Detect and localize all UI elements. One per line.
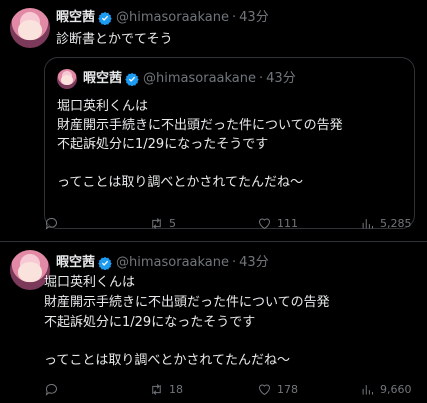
views-button[interactable]: 5,285 <box>360 213 412 233</box>
tweet-2[interactable]: 暇空茜 @himasoraakane · 43分 堀口英利くんは 財産開示手続き… <box>0 242 427 403</box>
views-chart-icon <box>362 218 373 228</box>
display-name[interactable]: 暇空茜 <box>56 255 95 271</box>
display-name[interactable]: 暇空茜 <box>56 10 95 26</box>
heart-icon <box>258 218 271 229</box>
tweet-line-1: 堀口英利くんは <box>44 275 136 290</box>
action-bar: 5 111 5,285 <box>44 213 414 233</box>
views-count: 9,660 <box>380 382 412 396</box>
quote-tweet-card[interactable]: 暇空茜 @himasoraakane · 43分 堀口英利くんは 財産開示手続き… <box>44 57 415 229</box>
separator-dot: · <box>232 10 237 25</box>
like-count: 178 <box>277 382 298 396</box>
retweet-button[interactable]: 18 <box>149 379 183 399</box>
quote-display-name: 暇空茜 <box>83 71 123 86</box>
reply-button[interactable] <box>44 379 64 399</box>
handle[interactable]: @himasoraakane <box>116 10 229 26</box>
tweet-1[interactable]: 暇空茜 @himasoraakane · 43分 診断書とかでてそう 暇空茜 @… <box>0 0 427 240</box>
verified-badge-icon <box>98 256 112 270</box>
quote-line-3: 不起訴処分に1/29になったそうです <box>57 137 269 152</box>
separator-dot: · <box>232 255 237 270</box>
tweet-line-5: ってことは取り調べとかされてたんだね〜 <box>44 353 290 368</box>
tweet-line-2: 財産開示手続きに不出頭だった件についての告発 <box>44 295 330 310</box>
retweet-icon <box>152 383 161 395</box>
views-button[interactable]: 9,660 <box>360 379 412 399</box>
reply-button[interactable] <box>44 213 64 233</box>
reply-icon <box>45 217 57 230</box>
tweet-text: 診断書とかでてそう <box>56 32 173 47</box>
handle[interactable]: @himasoraakane <box>116 255 229 271</box>
like-count: 111 <box>277 216 298 230</box>
quote-avatar <box>57 69 77 89</box>
reply-icon <box>45 383 57 396</box>
retweet-button[interactable]: 5 <box>149 213 176 233</box>
timestamp[interactable]: 43分 <box>239 10 269 26</box>
views-count: 5,285 <box>380 216 412 230</box>
quote-line-5: ってことは取り調べとかされてたんだね〜 <box>57 175 303 190</box>
like-button[interactable]: 178 <box>257 379 298 399</box>
quote-handle: @himasoraakane <box>143 71 257 86</box>
avatar[interactable] <box>10 8 50 48</box>
quote-line-2: 財産開示手続きに不出頭だった件についての告発 <box>57 118 343 133</box>
timestamp[interactable]: 43分 <box>239 255 269 271</box>
tweet-header: 暇空茜 @himasoraakane · 43分 <box>56 10 269 26</box>
quote-header: 暇空茜 @himasoraakane · 43分 <box>83 71 296 87</box>
verified-badge-icon <box>125 72 139 86</box>
retweet-count: 5 <box>169 216 176 230</box>
quote-line-1: 堀口英利くんは <box>57 99 149 114</box>
verified-badge-icon <box>98 11 112 25</box>
quote-timestamp: 43分 <box>266 71 296 86</box>
action-bar: 18 178 9,660 <box>44 379 414 399</box>
views-chart-icon <box>362 384 373 394</box>
heart-icon <box>258 384 271 395</box>
retweet-icon <box>152 217 161 229</box>
tweet-line-3: 不起訴処分に1/29になったそうです <box>44 315 256 330</box>
tweet-header: 暇空茜 @himasoraakane · 43分 <box>56 255 269 271</box>
separator-dot: · <box>259 71 264 86</box>
retweet-count: 18 <box>169 382 183 396</box>
like-button[interactable]: 111 <box>257 213 298 233</box>
